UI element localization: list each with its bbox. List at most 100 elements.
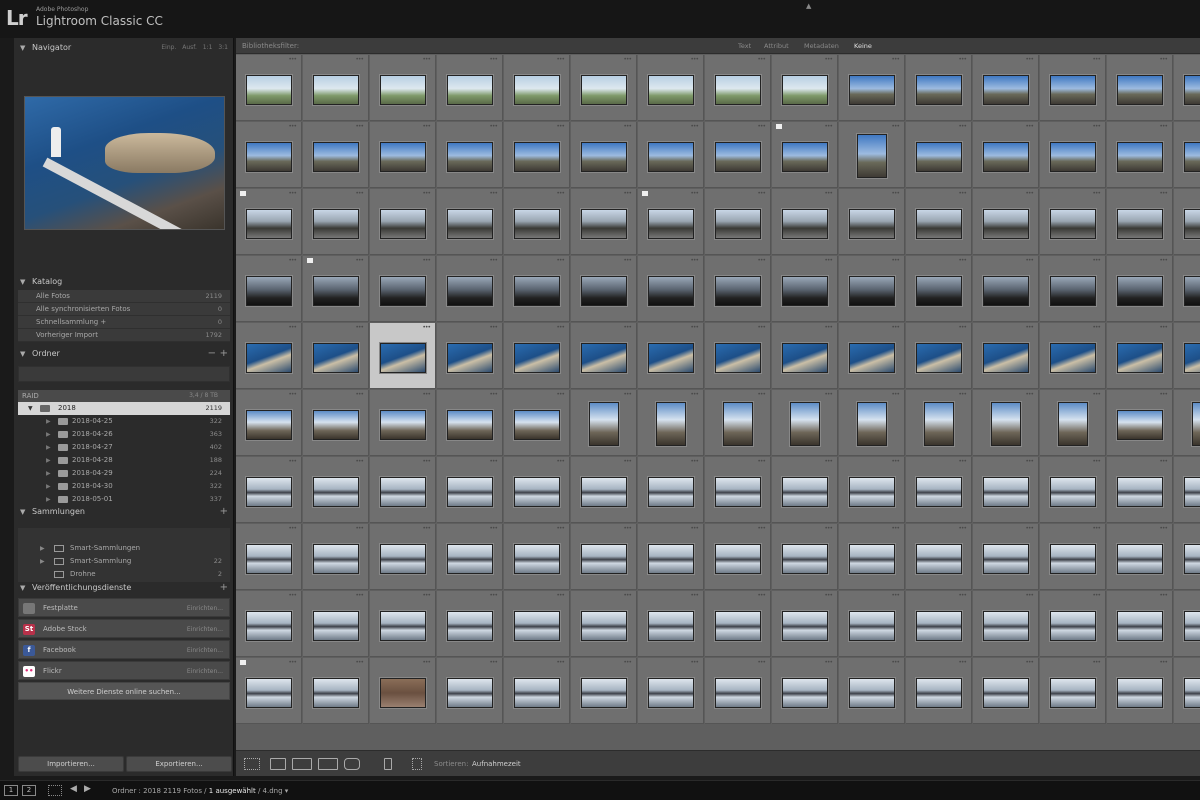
thumbnail-image[interactable] [1184,678,1200,708]
sort-value[interactable]: Aufnahmezeit [472,751,521,777]
filter-tab-text[interactable]: Text [738,38,751,54]
expand-triangle-icon[interactable]: ▶ [40,555,45,568]
thumbnail-image[interactable] [782,477,828,507]
second-screen-toggle[interactable]: 2 [22,785,36,796]
thumbnail-image[interactable] [648,477,694,507]
survey-view-icon[interactable] [318,758,338,770]
add-publish-service-icon[interactable]: + [220,580,228,596]
thumbnail-image[interactable] [1050,544,1096,574]
thumbnail-cell[interactable]: ••• [839,457,905,523]
painter-icon[interactable] [384,758,392,770]
thumbnail-image[interactable] [916,142,962,172]
thumbnail-image[interactable] [313,544,359,574]
thumbnail-image[interactable] [916,343,962,373]
thumbnail-cell[interactable]: ••• [973,457,1039,523]
thumbnail-image[interactable] [924,402,954,446]
publish-service-row[interactable]: St Adobe Stock Einrichten... [18,619,230,638]
thumbnail-cell[interactable]: ••• [1107,256,1173,322]
folders-header[interactable]: ▼ Ordner − + [14,346,234,362]
thumbnail-cell[interactable]: ••• [370,189,436,255]
thumbnail-image[interactable] [715,611,761,641]
thumbnail-image[interactable] [782,142,828,172]
thumbnail-cell[interactable]: ••• [571,457,637,523]
thumbnail-cell[interactable]: ••• [437,658,503,724]
expand-triangle-icon[interactable]: ▶ [46,454,51,467]
thumbnail-image[interactable] [447,544,493,574]
thumbnail-cell[interactable]: ••• [303,55,369,121]
thumbnail-cell[interactable]: ••• [906,591,972,657]
grid-view-icon[interactable] [244,758,260,770]
thumbnail-image[interactable] [1117,343,1163,373]
thumbnail-cell[interactable]: ••• [437,256,503,322]
thumbnail-cell[interactable]: ••• [370,256,436,322]
catalog-header[interactable]: ▼ Katalog [14,274,234,290]
thumbnail-image[interactable] [782,75,828,105]
thumbnail-cell[interactable]: ••• [906,122,972,188]
filter-tab-attribute[interactable]: Attribut [764,38,789,54]
source-dropdown-icon[interactable]: ▾ [285,787,289,795]
thumbnail-cell[interactable]: ••• [1174,323,1200,389]
thumbnail-cell[interactable]: ••• [906,55,972,121]
thumbnail-cell[interactable]: ••• [1174,122,1200,188]
thumbnail-cell[interactable]: ••• [1174,524,1200,590]
thumbnail-cell[interactable]: ••• [906,323,972,389]
thumbnail-cell[interactable]: ••• [1040,591,1106,657]
expand-triangle-icon[interactable]: ▶ [46,480,51,493]
thumbnail-cell[interactable]: ••• [705,189,771,255]
thumbnail-image[interactable] [447,611,493,641]
catalog-row[interactable]: Alle Fotos 2119 [18,290,230,303]
thumbnail-cell[interactable]: ••• [638,524,704,590]
thumbnail-image[interactable] [581,678,627,708]
thumbnail-cell[interactable]: ••• [370,55,436,121]
thumbnail-image[interactable] [514,75,560,105]
thumbnail-cell[interactable]: ••• [1107,524,1173,590]
thumbnail-image[interactable] [380,343,426,373]
thumbnail-image[interactable] [648,544,694,574]
publish-service-setup[interactable]: Einrichten... [187,599,223,618]
more-services-button[interactable]: Weitere Dienste online suchen... [18,682,230,700]
thumbnail-cell[interactable]: ••• [1040,323,1106,389]
thumbnail-image[interactable] [723,402,753,446]
thumbnail-image[interactable] [447,678,493,708]
thumbnail-image[interactable] [648,209,694,239]
thumbnail-cell[interactable]: ••• [705,591,771,657]
thumbnail-image[interactable] [715,477,761,507]
thumbnail-cell[interactable]: ••• [303,122,369,188]
thumbnail-cell[interactable]: ••• [638,122,704,188]
thumbnail-cell[interactable]: ••• [1174,189,1200,255]
filmstrip-source-info[interactable]: Ordner : 2018 2119 Fotos / 1 ausgewählt … [112,781,288,800]
thumbnail-image[interactable] [715,544,761,574]
thumbnail-image[interactable] [246,477,292,507]
thumbnail-image[interactable] [983,678,1029,708]
thumbnail-cell[interactable]: ••• [1107,658,1173,724]
thumbnail-image[interactable] [380,611,426,641]
thumbnail-cell[interactable]: ••• [1107,323,1173,389]
thumbnail-cell[interactable]: ••• [303,658,369,724]
thumbnail-cell[interactable]: ••• [303,189,369,255]
thumbnail-cell[interactable]: ••• [772,591,838,657]
thumbnail-image[interactable] [648,678,694,708]
thumbnail-image[interactable] [1184,75,1200,105]
thumbnail-image[interactable] [1184,343,1200,373]
thumbnail-image[interactable] [916,75,962,105]
thumbnail-cell[interactable]: ••• [571,256,637,322]
thumbnail-image[interactable] [782,343,828,373]
thumbnail-cell[interactable]: ••• [839,55,905,121]
thumbnail-image[interactable] [514,142,560,172]
thumbnail-image[interactable] [715,276,761,306]
thumbnail-cell[interactable]: ••• [1040,457,1106,523]
thumbnail-cell[interactable]: ••• [1174,256,1200,322]
thumbnail-cell[interactable]: ••• [1040,122,1106,188]
thumbnail-image[interactable] [447,142,493,172]
thumbnail-image[interactable] [1050,142,1096,172]
thumbnail-image[interactable] [916,276,962,306]
publish-service-setup[interactable]: Einrichten... [187,641,223,660]
thumbnail-image[interactable] [514,276,560,306]
thumbnail-image[interactable] [246,678,292,708]
forward-arrow-icon[interactable]: ▶ [84,784,91,794]
thumbnail-cell[interactable]: ••• [839,323,905,389]
thumbnail-image[interactable] [1050,75,1096,105]
thumbnail-image[interactable] [857,402,887,446]
thumbnail-cell[interactable]: ••• [973,323,1039,389]
thumbnail-image[interactable] [514,209,560,239]
